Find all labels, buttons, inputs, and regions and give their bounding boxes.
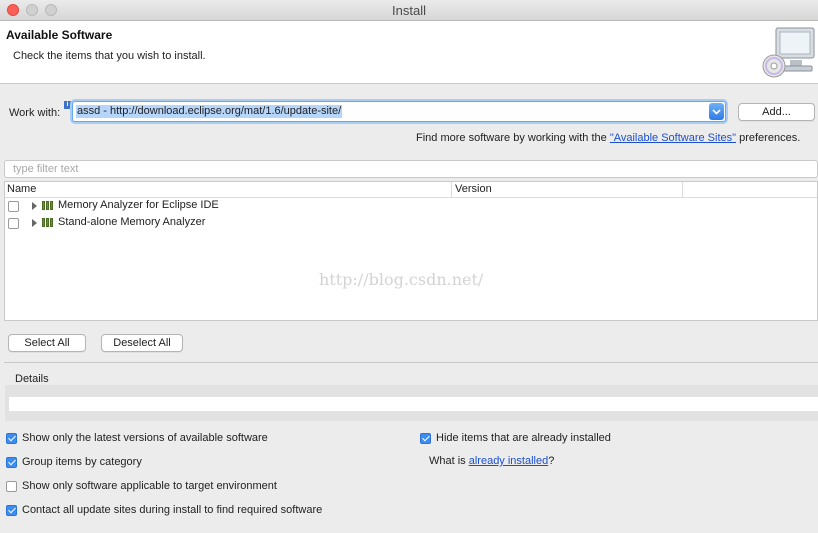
latest-versions-checkbox[interactable] <box>6 433 17 444</box>
add-site-button[interactable]: Add... <box>738 103 815 121</box>
what-is-installed-text: What is already installed? <box>429 455 554 467</box>
details-panel <box>5 385 818 421</box>
filter-input[interactable]: type filter text <box>4 160 818 178</box>
details-text <box>9 397 818 411</box>
filter-placeholder: type filter text <box>13 163 79 175</box>
window-title: Install <box>392 3 426 18</box>
contact-sites-checkbox[interactable] <box>6 505 17 516</box>
select-all-button[interactable]: Select All <box>8 334 86 352</box>
deselect-all-button[interactable]: Deselect All <box>101 334 183 352</box>
details-label: Details <box>15 373 49 385</box>
latest-versions-label: Show only the latest versions of availab… <box>22 432 268 444</box>
tree-row[interactable]: Stand-alone Memory Analyzer <box>5 215 817 231</box>
divider <box>4 362 818 363</box>
group-by-category-checkbox[interactable] <box>6 457 17 468</box>
what-is-suffix: ? <box>548 455 555 467</box>
available-sites-link[interactable]: "Available Software Sites" <box>610 132 736 144</box>
tree-header: Name Version <box>5 182 817 198</box>
what-is-prefix: What is <box>429 455 469 467</box>
watermark-text: http://blog.csdn.net/ <box>319 270 484 289</box>
tree-row[interactable]: Memory Analyzer for Eclipse IDE <box>5 198 817 214</box>
already-installed-link[interactable]: already installed <box>469 455 549 467</box>
group-by-category-label: Group items by category <box>22 456 142 468</box>
column-name[interactable]: Name <box>7 183 36 195</box>
feature-group-icon <box>42 201 56 210</box>
row-checkbox[interactable] <box>8 201 19 212</box>
row-label: Stand-alone Memory Analyzer <box>58 216 206 228</box>
computer-cd-icon <box>762 27 815 78</box>
column-version[interactable]: Version <box>455 183 492 195</box>
page-title: Available Software <box>6 28 113 42</box>
hide-installed-label: Hide items that are already installed <box>436 432 611 444</box>
feature-group-icon <box>42 218 56 227</box>
row-label: Memory Analyzer for Eclipse IDE <box>58 199 219 211</box>
info-icon: i <box>64 101 71 109</box>
column-separator <box>451 182 452 197</box>
work-with-value: assd - http://download.eclipse.org/mat/1… <box>76 105 343 118</box>
title-bar: Install <box>0 0 818 21</box>
target-environment-label: Show only software applicable to target … <box>22 480 277 492</box>
row-checkbox[interactable] <box>8 218 19 229</box>
more-software-text: Find more software by working with the "… <box>416 132 800 144</box>
target-environment-checkbox[interactable] <box>6 481 17 492</box>
work-with-combo[interactable]: assd - http://download.eclipse.org/mat/1… <box>72 101 726 122</box>
work-with-label: Work with: <box>9 107 61 119</box>
chevron-down-icon[interactable] <box>709 103 724 120</box>
wizard-banner: Available Software Check the items that … <box>0 21 818 84</box>
more-software-prefix: Find more software by working with the <box>416 132 610 144</box>
hide-installed-checkbox[interactable] <box>420 433 431 444</box>
contact-sites-label: Contact all update sites during install … <box>22 504 323 516</box>
more-software-suffix: preferences. <box>736 132 801 144</box>
expand-arrow-icon[interactable] <box>32 219 37 227</box>
column-separator <box>682 182 683 197</box>
expand-arrow-icon[interactable] <box>32 202 37 210</box>
page-subtitle: Check the items that you wish to install… <box>13 50 206 62</box>
software-tree[interactable]: Name Version Memory Analyzer for Eclipse… <box>4 181 818 321</box>
